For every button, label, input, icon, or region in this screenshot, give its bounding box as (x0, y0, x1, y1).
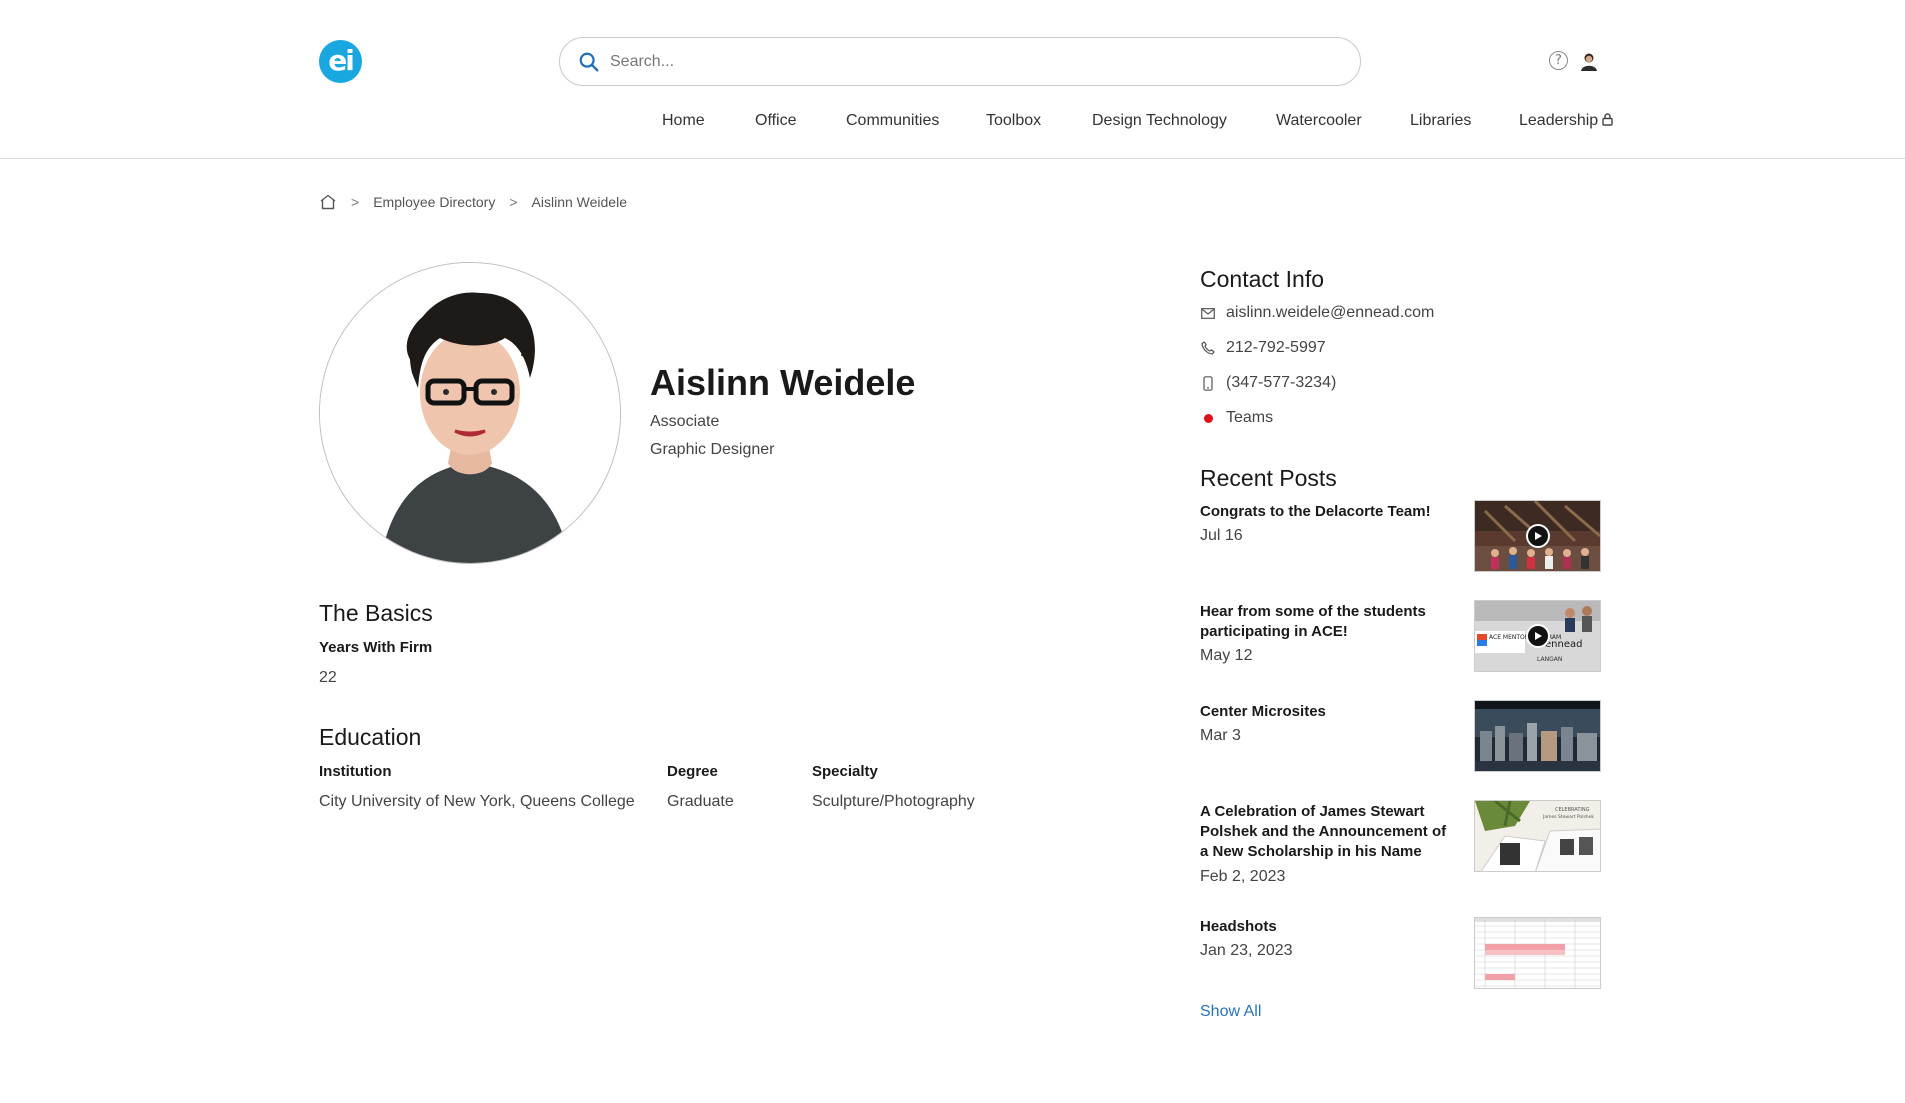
education-header-specialty: Specialty (812, 763, 878, 780)
years-with-firm-value: 22 (319, 669, 337, 686)
contact-phone-row: 212-792-5997 (1200, 339, 1326, 357)
contact-email[interactable]: aislinn.weidele@ennead.com (1226, 304, 1434, 322)
post-title[interactable]: Center Microsites (1200, 702, 1455, 722)
post-thumbnail-headshots[interactable] (1474, 917, 1601, 989)
logo-text: ei (328, 43, 355, 77)
nav-office[interactable]: Office (755, 112, 797, 130)
nav-toolbox[interactable]: Toolbox (986, 112, 1041, 130)
breadcrumb-employee-directory[interactable]: Employee Directory (373, 194, 495, 210)
contact-email-row: aislinn.weidele@ennead.com (1200, 304, 1434, 322)
site-header: ei ? Home Office Communities Toolbox Des… (0, 0, 1905, 159)
nav-communities[interactable]: Communities (846, 112, 939, 130)
basics-heading: The Basics (319, 600, 433, 626)
post-date: Feb 2, 2023 (1200, 868, 1286, 885)
post-title[interactable]: Hear from some of the students participa… (1200, 602, 1455, 642)
help-icon[interactable]: ? (1549, 51, 1568, 70)
home-icon[interactable] (319, 194, 337, 210)
nav-leadership-label: Leadership (1519, 112, 1599, 129)
breadcrumb: > Employee Directory > Aislinn Weidele (319, 194, 627, 210)
post-thumbnail-center-microsites[interactable] (1474, 700, 1601, 772)
profile-role: Graphic Designer (650, 441, 775, 458)
thumb-text-polshek: James Stewart Polshek (1542, 814, 1594, 820)
post-title[interactable]: Congrats to the Delacorte Team! (1200, 502, 1455, 522)
contact-teams-row: Teams (1200, 409, 1273, 427)
play-icon[interactable] (1525, 624, 1550, 648)
teams-status-dot-icon (1200, 410, 1216, 426)
education-institution: City University of New York, Queens Coll… (319, 793, 635, 810)
nav-watercooler[interactable]: Watercooler (1276, 112, 1362, 130)
thumb-text-langan: LANGAN (1537, 656, 1562, 663)
main-nav: Home Office Communities Toolbox Design T… (0, 112, 1905, 132)
post-thumbnail-delacorte[interactable] (1474, 500, 1601, 572)
thumb-text-celebrating: CELEBRATING (1555, 807, 1590, 813)
recent-posts-heading: Recent Posts (1200, 465, 1337, 491)
user-avatar-icon[interactable] (1579, 51, 1599, 71)
contact-heading: Contact Info (1200, 266, 1325, 292)
profile-name: Aislinn Weidele (650, 362, 916, 403)
contact-phone[interactable]: 212-792-5997 (1226, 339, 1326, 357)
post-date: Jul 16 (1200, 527, 1243, 544)
education-header-institution: Institution (319, 763, 392, 780)
mail-icon (1200, 305, 1216, 321)
thumb-text-ennead: ennead (1545, 639, 1582, 650)
post-date: May 12 (1200, 647, 1253, 664)
education-header-degree: Degree (667, 763, 718, 780)
profile-title: Associate (650, 413, 720, 430)
mobile-phone-icon (1200, 375, 1216, 391)
education-heading: Education (319, 724, 422, 750)
post-date: Mar 3 (1200, 727, 1241, 744)
post-date: Jan 23, 2023 (1200, 942, 1293, 959)
nav-design-technology[interactable]: Design Technology (1092, 112, 1227, 130)
post-thumbnail-polshek[interactable]: CELEBRATING James Stewart Polshek (1474, 800, 1601, 872)
post-thumbnail-ace[interactable]: ACE MENTOR PROGRAM ennead LANGAN (1474, 600, 1601, 672)
nav-leadership[interactable]: Leadership (1519, 112, 1613, 130)
play-icon[interactable] (1525, 524, 1550, 548)
education-degree: Graduate (667, 793, 734, 810)
post-title[interactable]: Headshots (1200, 917, 1455, 937)
contact-teams[interactable]: Teams (1226, 409, 1273, 427)
breadcrumb-separator: > (351, 194, 360, 210)
contact-mobile-row: (347-577-3234) (1200, 374, 1336, 392)
search-bar[interactable] (559, 37, 1361, 86)
years-with-firm-label: Years With Firm (319, 639, 433, 656)
phone-icon (1200, 340, 1216, 356)
profile-photo (319, 262, 621, 564)
lock-icon (1602, 113, 1613, 126)
education-specialty: Sculpture/Photography (812, 793, 975, 810)
nav-home[interactable]: Home (662, 112, 705, 130)
show-all-link[interactable]: Show All (1200, 1003, 1261, 1021)
search-input[interactable] (610, 52, 1310, 71)
contact-mobile[interactable]: (347-577-3234) (1226, 374, 1336, 392)
breadcrumb-current: Aislinn Weidele (531, 194, 627, 210)
post-title[interactable]: A Celebration of James Stewart Polshek a… (1200, 802, 1455, 862)
nav-libraries[interactable]: Libraries (1410, 112, 1471, 130)
search-icon[interactable] (578, 51, 600, 73)
ei-logo[interactable]: ei (319, 40, 362, 83)
breadcrumb-separator: > (509, 194, 518, 210)
